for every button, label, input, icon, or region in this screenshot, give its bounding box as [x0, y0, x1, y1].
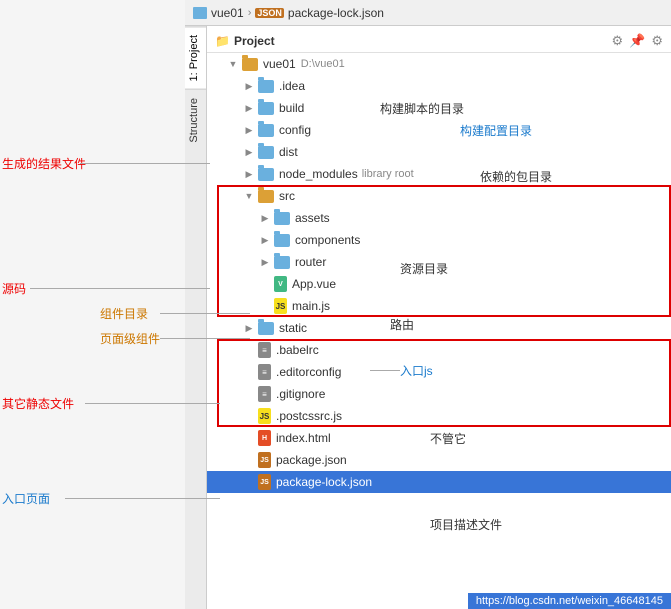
src-section: ▼ src ▶ assets ▶ components — [207, 185, 671, 317]
tree-item-package-lock-json[interactable]: ▶ JS package-lock.json — [207, 471, 671, 493]
tree-item-index-html[interactable]: ▶ H index.html — [207, 427, 671, 449]
tree-item-main-js[interactable]: ▶ JS main.js — [207, 295, 671, 317]
chevron-src: ▼ — [243, 190, 255, 202]
gear-icon[interactable]: ⚙ — [651, 33, 663, 49]
tree-header: 📁 Project ⚙ 📌 ⚙ — [207, 30, 671, 53]
folder-icon-build — [258, 102, 274, 115]
tree-item-gitignore[interactable]: ▶ ≡ .gitignore — [207, 383, 671, 405]
watermark-text: https://blog.csdn.net/weixin_46648145 — [476, 595, 663, 607]
json-badge: JSON — [255, 8, 284, 18]
content-area: 1: Project Structure 📁 Project ⚙ 📌 ⚙ — [0, 26, 671, 609]
item-name-app-vue: App.vue — [292, 277, 336, 291]
folder-icon-dist — [258, 146, 274, 159]
tab-project[interactable]: 1: Project — [185, 26, 206, 89]
chevron-node-modules: ▶ — [243, 168, 255, 180]
vue01-folder-icon — [193, 7, 207, 19]
tree-item-build[interactable]: ▶ build — [207, 97, 671, 119]
item-name-package-lock-json: package-lock.json — [276, 475, 372, 489]
project-icon: 📁 — [215, 34, 230, 48]
item-name-editorconfig: .editorconfig — [276, 365, 341, 379]
tree-item-config[interactable]: ▶ config — [207, 119, 671, 141]
tree-item-router[interactable]: ▶ router — [207, 251, 671, 273]
generic-icon-babelrc: ≡ — [258, 342, 271, 358]
tree-item-vue01[interactable]: ▼ vue01 D:\vue01 — [207, 53, 671, 75]
settings-icon[interactable]: ⚙ — [612, 33, 624, 49]
item-name-static: static — [279, 321, 307, 335]
item-name-package-json: package.json — [276, 453, 347, 467]
tree-item-app-vue[interactable]: ▶ V App.vue — [207, 273, 671, 295]
item-name-src: src — [279, 189, 295, 203]
chevron-vue01: ▼ — [227, 58, 239, 70]
tree-item-static[interactable]: ▶ static — [207, 317, 671, 339]
js-file-icon-main: JS — [274, 298, 287, 314]
breadcrumb-vue01[interactable]: vue01 — [211, 6, 244, 20]
chevron-config: ▶ — [243, 124, 255, 136]
chevron-idea: ▶ — [243, 80, 255, 92]
left-annotations — [0, 26, 185, 609]
folder-icon-config — [258, 124, 274, 137]
item-name-postcssrc: .postcssrc.js — [276, 409, 342, 423]
tree-header-title: 📁 Project — [215, 34, 275, 48]
item-name-components: components — [295, 233, 360, 247]
library-root-badge: library root — [362, 168, 414, 180]
item-name-vue01: vue01 — [263, 57, 296, 71]
generic-icon-gitignore: ≡ — [258, 386, 271, 402]
item-name-babelrc: .babelrc — [276, 343, 319, 357]
chevron-components: ▶ — [259, 234, 271, 246]
tree-item-src[interactable]: ▼ src — [207, 185, 671, 207]
chevron-assets: ▶ — [259, 212, 271, 224]
main-container: vue01 › JSON package-lock.json 1: Projec… — [0, 0, 671, 609]
file-tree[interactable]: 📁 Project ⚙ 📌 ⚙ ▼ vue01 D:\vue01 — [207, 26, 671, 609]
tree-item-idea[interactable]: ▶ .idea — [207, 75, 671, 97]
project-label: Project — [234, 34, 275, 48]
folder-icon-router — [274, 256, 290, 269]
item-name-config: config — [279, 123, 311, 137]
tree-header-icons: ⚙ 📌 ⚙ — [612, 33, 664, 49]
tree-item-package-json[interactable]: ▶ JS package.json — [207, 449, 671, 471]
tree-item-components[interactable]: ▶ components — [207, 229, 671, 251]
breadcrumb-file[interactable]: package-lock.json — [288, 6, 384, 20]
tree-item-assets[interactable]: ▶ assets — [207, 207, 671, 229]
chevron-router: ▶ — [259, 256, 271, 268]
item-name-router: router — [295, 255, 326, 269]
item-name-build: build — [279, 101, 304, 115]
root-path: D:\vue01 — [301, 58, 345, 70]
tab-structure[interactable]: Structure — [185, 89, 206, 151]
tree-item-postcssrc[interactable]: ▶ JS .postcssrc.js — [207, 405, 671, 427]
tree-item-babelrc[interactable]: ▶ ≡ .babelrc — [207, 339, 671, 361]
chevron-static: ▶ — [243, 322, 255, 334]
json-icon-package-lock: JS — [258, 474, 271, 490]
chevron-build: ▶ — [243, 102, 255, 114]
sidebar-panel: 1: Project Structure 📁 Project ⚙ 📌 ⚙ — [185, 26, 671, 609]
tree-item-node-modules[interactable]: ▶ node_modules library root — [207, 163, 671, 185]
item-name-main-js: main.js — [292, 299, 330, 313]
vertical-tabs: 1: Project Structure — [185, 26, 207, 609]
tree-item-editorconfig[interactable]: ▶ ≡ .editorconfig — [207, 361, 671, 383]
breadcrumb-bar: vue01 › JSON package-lock.json — [185, 0, 671, 26]
folder-icon-src — [258, 190, 274, 203]
item-name-assets: assets — [295, 211, 330, 225]
generic-icon-editorconfig: ≡ — [258, 364, 271, 380]
breadcrumb-sep1: › — [248, 7, 252, 19]
json-icon-package: JS — [258, 452, 271, 468]
item-name-gitignore: .gitignore — [276, 387, 325, 401]
folder-icon-static — [258, 322, 274, 335]
config-section: ▶ ≡ .babelrc ▶ ≡ .editorconfig ▶ ≡ . — [207, 339, 671, 427]
item-name-dist: dist — [279, 145, 298, 159]
item-name-index-html: index.html — [276, 431, 331, 445]
vue-file-icon: V — [274, 276, 287, 292]
watermark: https://blog.csdn.net/weixin_46648145 — [468, 593, 671, 609]
tree-item-dist[interactable]: ▶ dist — [207, 141, 671, 163]
item-name-node-modules: node_modules — [279, 167, 358, 181]
folder-icon-components — [274, 234, 290, 247]
chevron-dist: ▶ — [243, 146, 255, 158]
item-name-idea: .idea — [279, 79, 305, 93]
folder-icon-node-modules — [258, 168, 274, 181]
pin-icon[interactable]: 📌 — [629, 33, 645, 49]
folder-icon-idea — [258, 80, 274, 93]
html-icon-index: H — [258, 430, 271, 446]
js-icon-postcssrc: JS — [258, 408, 271, 424]
folder-icon-vue01 — [242, 58, 258, 71]
folder-icon-assets — [274, 212, 290, 225]
